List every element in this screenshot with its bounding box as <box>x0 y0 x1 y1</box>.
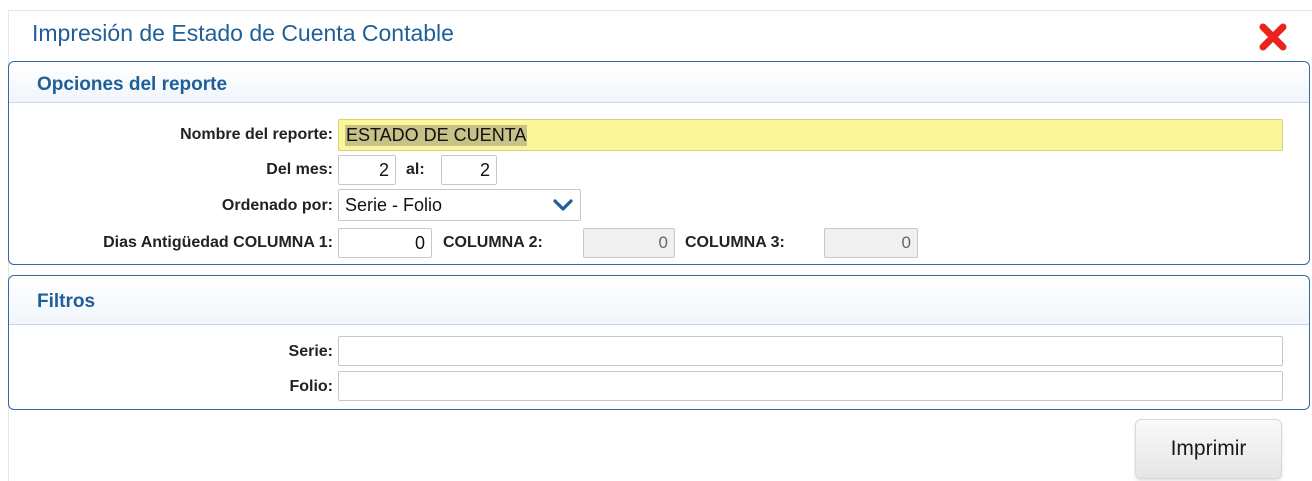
month-from-input[interactable]: 2 <box>338 155 396 185</box>
print-button[interactable]: Imprimir <box>1135 419 1282 479</box>
close-button[interactable] <box>1258 22 1288 52</box>
order-label: Ordenado por: <box>221 197 333 214</box>
dialog-top-border <box>8 10 1312 11</box>
col3-label: COLUMNA 3: <box>685 234 785 251</box>
serie-input[interactable] <box>338 336 1283 366</box>
options-panel-title: Opciones del reporte <box>37 74 228 95</box>
close-x-icon <box>1259 23 1287 51</box>
options-panel-header: Opciones del reporte <box>9 62 1309 103</box>
serie-label: Serie: <box>288 343 333 360</box>
order-select-value: Serie - Folio <box>345 194 443 215</box>
report-name-input[interactable]: ESTADO DE CUENTA <box>338 119 1283 151</box>
folio-label: Folio: <box>289 378 333 395</box>
filters-panel-title: Filtros <box>37 291 96 312</box>
chevron-down-icon <box>553 199 573 211</box>
col2-label: COLUMNA 2: <box>443 234 543 251</box>
options-panel: Opciones del reporte Nombre del reporte:… <box>8 61 1310 265</box>
month-from-label: Del mes: <box>266 161 333 178</box>
filters-panel: Filtros Serie: Folio: <box>8 275 1310 410</box>
report-name-value: ESTADO DE CUENTA <box>345 124 528 146</box>
dialog-title: Impresión de Estado de Cuenta Contable <box>32 20 454 46</box>
filters-panel-header: Filtros <box>9 276 1309 325</box>
col3-input[interactable]: 0 <box>824 228 918 258</box>
days-col1-input[interactable]: 0 <box>338 228 432 258</box>
col2-input[interactable]: 0 <box>583 228 675 258</box>
month-to-input[interactable]: 2 <box>441 155 497 185</box>
report-name-label: Nombre del reporte: <box>180 126 333 143</box>
month-to-label: al: <box>406 161 425 178</box>
days-col1-label: Dias Antigüedad COLUMNA 1: <box>103 234 333 251</box>
folio-input[interactable] <box>338 371 1283 401</box>
order-select[interactable]: Serie - Folio <box>338 189 581 221</box>
